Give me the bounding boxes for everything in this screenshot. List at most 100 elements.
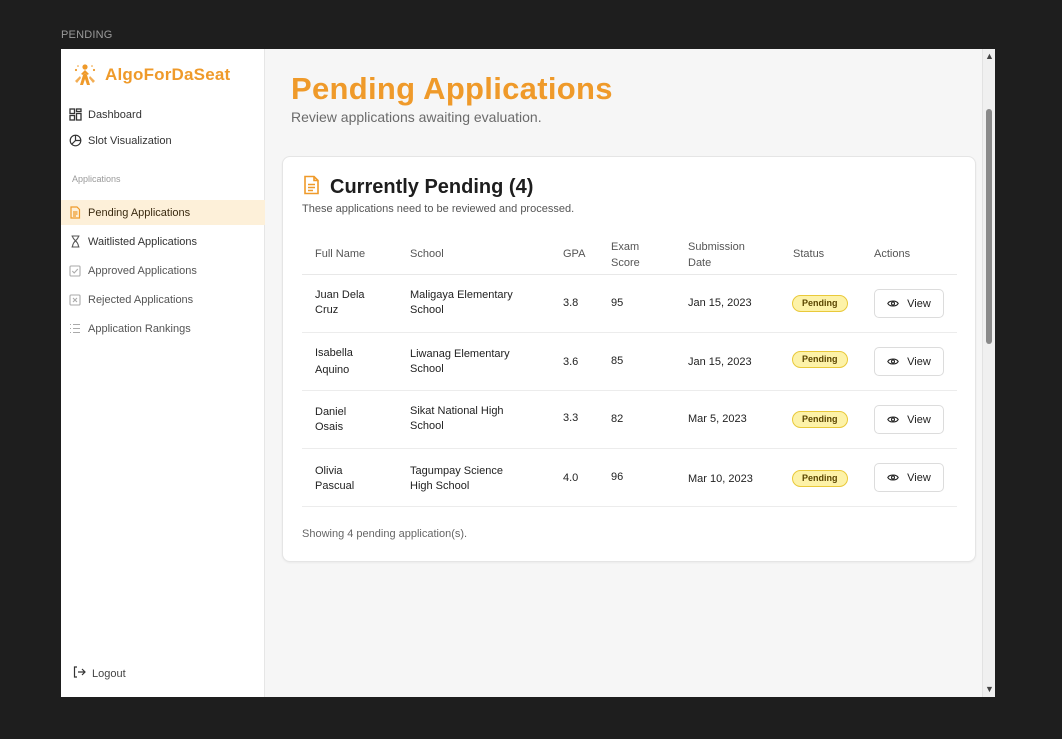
sidebar-item-label: Dashboard xyxy=(88,108,142,121)
view-button[interactable]: View xyxy=(874,463,944,492)
vertical-scrollbar[interactable]: ▲ ▼ xyxy=(982,49,995,697)
eye-icon xyxy=(887,299,899,308)
name-line1: Isabella xyxy=(315,347,353,359)
main-content: Pending Applications Review applications… xyxy=(266,49,982,697)
view-button[interactable]: View xyxy=(874,347,944,376)
name-line1: Juan Dela xyxy=(315,289,365,301)
scrollbar-thumb[interactable] xyxy=(986,109,992,344)
brand-logo-icon xyxy=(74,64,96,85)
document-icon xyxy=(68,206,82,220)
eye-icon xyxy=(887,357,899,366)
table-row[interactable]: Isabella Aquino Liwanag Elementary Schoo… xyxy=(302,333,957,391)
view-button[interactable]: View xyxy=(874,405,944,434)
school-line1: Tagumpay Science xyxy=(410,465,503,477)
card-header: Currently Pending (4) xyxy=(303,175,533,200)
cell-gpa: 3.8 xyxy=(563,297,579,309)
status-badge: Pending xyxy=(792,295,848,312)
cell-exam-score: 82 xyxy=(611,413,624,425)
sidebar-item-label: Slot Visualization xyxy=(88,134,172,147)
status-badge: Pending xyxy=(792,351,848,368)
logout-button[interactable]: Logout xyxy=(73,666,126,681)
table-row[interactable]: Daniel Osais Sikat National High School … xyxy=(302,391,957,449)
eye-icon xyxy=(887,473,899,482)
logout-label: Logout xyxy=(92,667,126,680)
document-icon xyxy=(303,175,320,200)
column-header-gpa[interactable]: GPA xyxy=(563,246,585,262)
column-header-exam-line1: Exam xyxy=(611,241,640,253)
sidebar-item-rejected[interactable]: Rejected Applications xyxy=(61,287,265,312)
column-header-status[interactable]: Status xyxy=(793,246,824,262)
column-header-exam-line2: Score xyxy=(611,257,640,269)
status-badge: Pending xyxy=(792,470,848,487)
cell-exam-score: 85 xyxy=(611,355,624,367)
eye-icon xyxy=(887,415,899,424)
cell-school: Tagumpay Science High School xyxy=(410,464,535,494)
school-line1: Sikat National High xyxy=(410,405,504,417)
sidebar-item-waitlisted[interactable]: Waitlisted Applications xyxy=(61,229,265,254)
cell-submission-date: Mar 5, 2023 xyxy=(688,413,747,425)
name-line2: Aquino xyxy=(315,364,350,376)
pie-chart-icon xyxy=(68,134,82,148)
name-line2: Cruz xyxy=(315,304,339,316)
column-header-date-line2: Date xyxy=(688,257,712,269)
hourglass-icon xyxy=(68,235,82,249)
sidebar-item-slot-visualization[interactable]: Slot Visualization xyxy=(61,128,265,153)
logout-icon xyxy=(73,666,86,681)
cell-submission-date: Jan 15, 2023 xyxy=(688,356,752,368)
scroll-up-arrow-icon[interactable]: ▲ xyxy=(985,52,994,61)
school-line2: School xyxy=(410,304,444,316)
view-button-label: View xyxy=(907,413,931,426)
column-header-date-line1: Submission xyxy=(688,241,745,253)
sidebar-item-approved[interactable]: Approved Applications xyxy=(61,258,265,283)
sidebar-item-pending[interactable]: Pending Applications xyxy=(61,200,265,225)
sidebar-item-dashboard[interactable]: Dashboard xyxy=(61,102,265,127)
column-header-actions: Actions xyxy=(874,248,911,260)
table-row[interactable]: Juan Dela Cruz Maligaya Elementary Schoo… xyxy=(302,275,957,333)
column-header-exam-score[interactable]: Exam Score xyxy=(611,239,640,271)
column-header-submission-date[interactable]: Submission Date xyxy=(688,239,745,271)
cell-name: Juan Dela Cruz xyxy=(315,288,385,318)
school-line1: Maligaya Elementary xyxy=(410,289,513,301)
school-line2: High School xyxy=(410,480,470,492)
app-window: AlgoForDaSeat Dashboard Slot Visualizati… xyxy=(61,49,995,697)
sidebar-item-label: Approved Applications xyxy=(88,264,197,277)
view-button-label: View xyxy=(907,297,931,310)
table-row[interactable]: Olivia Pascual Tagumpay Science High Sch… xyxy=(302,449,957,507)
cell-name: Olivia Pascual xyxy=(315,464,385,494)
name-line2: Pascual xyxy=(315,480,355,492)
cell-school: Liwanag Elementary School xyxy=(410,347,535,377)
brand[interactable]: AlgoForDaSeat xyxy=(71,61,230,89)
page-title: Pending Applications xyxy=(291,71,613,106)
name-line2: Osais xyxy=(315,421,344,433)
sidebar-item-label: Waitlisted Applications xyxy=(88,235,198,248)
page-subtitle: Review applications awaiting evaluation. xyxy=(291,109,542,125)
view-button-label: View xyxy=(907,471,931,484)
cell-gpa: 3.3 xyxy=(563,412,579,424)
sidebar-item-label: Pending Applications xyxy=(88,206,191,219)
pending-card: Currently Pending (4) These applications… xyxy=(282,156,976,562)
school-line2: School xyxy=(410,420,444,432)
column-header-school[interactable]: School xyxy=(410,246,444,262)
sidebar-item-rankings[interactable]: Application Rankings xyxy=(61,316,265,341)
cell-name: Isabella Aquino xyxy=(315,346,385,378)
name-line1: Daniel xyxy=(315,406,347,418)
school-line2: School xyxy=(410,363,444,375)
cell-name: Daniel Osais xyxy=(315,405,385,435)
card-title: Currently Pending (4) xyxy=(330,176,534,198)
dashboard-icon xyxy=(68,108,82,122)
view-button[interactable]: View xyxy=(874,289,944,318)
scroll-down-arrow-icon[interactable]: ▼ xyxy=(985,685,994,694)
view-button-label: View xyxy=(907,355,931,368)
cell-exam-score: 96 xyxy=(611,471,624,483)
cell-submission-date: Jan 15, 2023 xyxy=(688,297,752,309)
frame-label: PENDING xyxy=(61,29,113,41)
column-header-name[interactable]: Full Name xyxy=(315,246,365,262)
card-footer: Showing 4 pending application(s). xyxy=(302,528,468,540)
section-label-applications: Applications xyxy=(72,174,121,184)
cell-school: Sikat National High School xyxy=(410,404,535,434)
name-line1: Olivia xyxy=(315,465,343,477)
cell-exam-score: 95 xyxy=(611,297,624,309)
check-square-icon xyxy=(68,264,82,278)
sidebar: AlgoForDaSeat Dashboard Slot Visualizati… xyxy=(61,49,265,697)
x-square-icon xyxy=(68,293,82,307)
